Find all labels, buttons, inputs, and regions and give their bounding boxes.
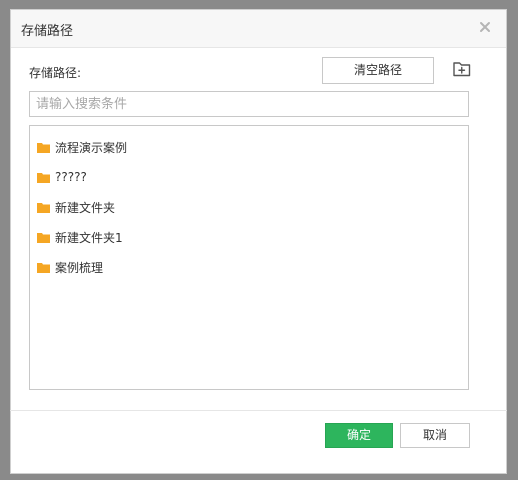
search-input[interactable] — [29, 91, 469, 117]
folder-label: 新建文件夹1 — [55, 230, 123, 245]
path-label: 存储路径: — [29, 66, 82, 80]
folder-icon — [37, 262, 50, 273]
folder-label: 案例梳理 — [55, 260, 104, 275]
folder-item[interactable]: 新建文件夹 — [30, 192, 468, 222]
folder-list: 流程演示案例 ????? 新建文件夹 新建文件夹1 案例梳理 — [29, 125, 469, 390]
folder-label: 新建文件夹 — [55, 200, 116, 215]
new-folder-icon[interactable] — [452, 60, 472, 78]
footer-divider — [10, 410, 507, 411]
confirm-button[interactable]: 确定 — [325, 423, 393, 448]
folder-item[interactable]: 案例梳理 — [30, 252, 468, 282]
folder-icon — [37, 232, 50, 243]
folder-icon — [37, 142, 50, 153]
folder-label: ????? — [55, 170, 87, 184]
folder-item[interactable]: 流程演示案例 — [30, 132, 468, 162]
folder-icon — [37, 202, 50, 213]
clear-path-button[interactable]: 清空路径 — [322, 57, 434, 84]
folder-item[interactable]: ????? — [30, 162, 468, 192]
folder-item[interactable]: 新建文件夹1 — [30, 222, 468, 252]
cancel-button[interactable]: 取消 — [400, 423, 470, 448]
folder-icon — [37, 172, 50, 183]
close-icon[interactable] — [476, 18, 494, 36]
folder-label: 流程演示案例 — [55, 140, 128, 155]
dialog-title: 存储路径 — [21, 24, 74, 39]
dialog-header: 存储路径 — [11, 10, 506, 48]
